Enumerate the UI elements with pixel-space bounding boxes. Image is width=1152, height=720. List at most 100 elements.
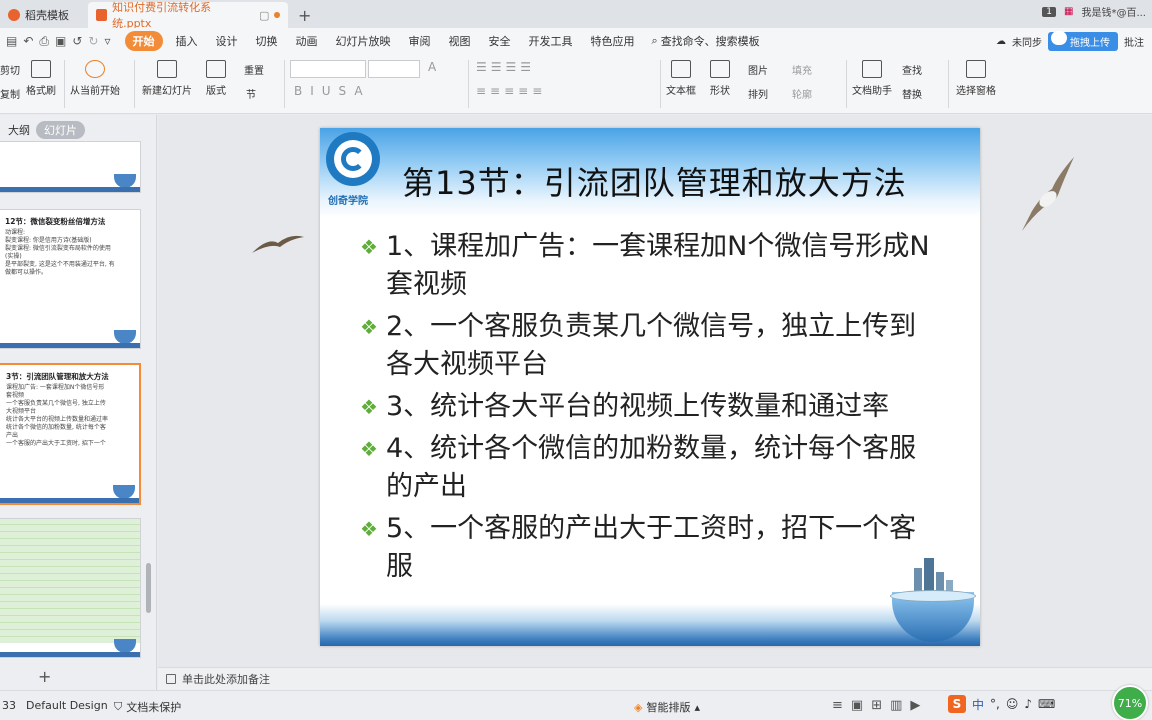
picture-button[interactable]: 图片 <box>748 62 768 77</box>
undo-icon[interactable]: ↺ <box>72 34 82 49</box>
undo-history-icon[interactable]: ↶ <box>23 34 33 49</box>
slide-thumbnail[interactable]: 12节：微信裂变粉丝倍增方法 动课程: 裂变课程: 你是信用方诗(基础版) 裂变… <box>0 209 141 349</box>
bullet-diamond-icon: ❖ <box>360 395 378 419</box>
account-icon[interactable]: ▦ <box>1064 6 1073 17</box>
notes-view-icon[interactable]: ≡ <box>832 698 843 713</box>
slide-title[interactable]: 第13节：引流团队管理和放大方法 <box>402 158 907 204</box>
bullet-text: 5、一个客服的产出大于工资时，招下一个客服 <box>386 513 917 582</box>
textbox-button[interactable]: 文本框 <box>666 60 696 97</box>
seagull-left-image <box>252 235 304 253</box>
smart-layout-icon: ◈ <box>634 700 643 714</box>
cut-button[interactable]: 剪切 <box>0 62 20 77</box>
tab-document[interactable]: 知识付费引流转化系统.pptx ▢ <box>88 1 288 30</box>
thumb-line: 裂变课程: 你是信用方诗(基础版) <box>5 237 92 244</box>
copy-button[interactable]: 复制 <box>0 86 20 101</box>
play-from-current-button[interactable]: 从当前开始 <box>70 60 120 97</box>
bullet-text: 2、一个客服负责某几个微信号，独立上传到各大视频平台 <box>386 311 917 380</box>
notes-bar[interactable]: 单击此处添加备注 <box>158 667 1152 690</box>
thumb-line: 统计各个微信的加粉数量, 统计每个客 <box>6 424 106 431</box>
smart-layout-button[interactable]: ◈ 智能排版 ▴ <box>634 699 700 715</box>
slide-canvas: 创奇学院 第13节：引流团队管理和放大方法 ❖ 1、课程加广告：一套课程加N个微… <box>158 115 1152 667</box>
bullet-item: ❖ 4、统计各个微信的加粉数量，统计每个客服的产出 <box>360 430 940 506</box>
reset-button[interactable]: 重置 <box>244 62 264 77</box>
outline-button[interactable]: 轮廓 <box>792 86 812 101</box>
reading-view-icon[interactable]: ▥ <box>890 698 902 713</box>
layout-button[interactable]: 版式 <box>206 60 226 97</box>
find-button[interactable]: 查找 <box>902 62 922 77</box>
tab-label: 稻壳模板 <box>25 9 69 22</box>
menu-review[interactable]: 审阅 <box>400 31 440 51</box>
ime-toolbar: S 中 °, ☺ ♪ ⌨ <box>948 695 1055 713</box>
punct-icon[interactable]: °, <box>990 697 1000 711</box>
seagull-right-image <box>1022 157 1074 231</box>
user-label[interactable]: 我是钱*@百... <box>1081 4 1146 19</box>
arrange-button[interactable]: 排列 <box>748 86 768 101</box>
new-slide-button[interactable]: 新建幻灯片 <box>142 60 192 97</box>
menu-developer[interactable]: 开发工具 <box>520 31 582 51</box>
menu-home[interactable]: 开始 <box>124 31 163 51</box>
menu-design[interactable]: 设计 <box>207 31 247 51</box>
sogou-ime-icon[interactable]: S <box>948 695 966 713</box>
zoom-level[interactable]: 71% <box>1112 685 1148 720</box>
panel-scrollbar[interactable] <box>146 563 151 613</box>
print-icon[interactable]: ⎙ <box>39 34 49 49</box>
command-search[interactable]: ⌕ 查找命令、搜索模板 <box>644 33 768 49</box>
preview-icon[interactable]: ▣ <box>55 34 66 49</box>
new-tab-button[interactable]: + <box>288 2 321 28</box>
tab-slides[interactable]: 幻灯片 <box>36 121 85 139</box>
tab-docer-templates[interactable]: 稻壳模板 <box>0 2 88 28</box>
list-buttons[interactable]: ☰☰☰☰ <box>476 60 535 74</box>
menu-security[interactable]: 安全 <box>480 31 520 51</box>
screen-icon[interactable]: ▢ <box>259 9 269 22</box>
font-format-buttons[interactable]: BIUSA <box>294 84 371 98</box>
bullet-list[interactable]: ❖ 1、课程加广告：一套课程加N个微信号形成N套视频 ❖ 2、一个客服负责某几个… <box>360 228 940 590</box>
bullet-text: 4、统计各个微信的加粉数量，统计每个客服的产出 <box>386 433 917 502</box>
sync-status[interactable]: 未同步 <box>1012 34 1042 49</box>
comment-button[interactable]: 批注 <box>1124 34 1144 49</box>
font-name-select[interactable] <box>290 60 366 78</box>
section-button[interactable]: 节 <box>246 86 256 101</box>
sorter-view-icon[interactable]: ⊞ <box>871 698 882 713</box>
bullet-diamond-icon: ❖ <box>360 517 378 541</box>
normal-view-icon[interactable]: ▣ <box>851 698 863 713</box>
menu-transition[interactable]: 切换 <box>247 31 287 51</box>
replace-button[interactable]: 替换 <box>902 86 922 101</box>
tab-outline[interactable]: 大纲 <box>8 122 30 138</box>
slide-thumbnail-selected[interactable]: 3节：引流团队管理和放大方法 课程加广告: 一套课程加N个微信号形 套视频 一个… <box>0 363 141 505</box>
new-slide-label: 新建幻灯片 <box>142 86 192 97</box>
emoji-icon[interactable]: ☺ <box>1006 697 1019 711</box>
thumb-line: 动课程: <box>5 229 26 236</box>
slideshow-icon[interactable]: ▶ <box>910 698 920 713</box>
format-painter-button[interactable]: 格式刷 <box>26 60 56 97</box>
redo-icon[interactable]: ↻ <box>88 34 98 49</box>
menu-features[interactable]: 特色应用 <box>582 31 644 51</box>
shape-button[interactable]: 形状 <box>710 60 730 97</box>
menu-view[interactable]: 视图 <box>440 31 480 51</box>
menu-animation[interactable]: 动画 <box>287 31 327 51</box>
menu-insert[interactable]: 插入 <box>167 31 207 51</box>
doc-protect-status[interactable]: ⛉ 文档未保护 <box>114 699 181 715</box>
thumb-line: (实操) <box>5 253 22 260</box>
shape-icon <box>710 60 730 78</box>
slide-thumbnail[interactable] <box>0 518 141 658</box>
mic-icon[interactable]: ♪ <box>1024 697 1032 711</box>
tab-bar: 稻壳模板 知识付费引流转化系统.pptx ▢ + 1 ▦ 我是钱*@百... <box>0 0 1152 30</box>
theme-name[interactable]: Default Design <box>26 699 108 712</box>
slide-thumbnail[interactable] <box>0 141 141 193</box>
slide[interactable]: 创奇学院 第13节：引流团队管理和放大方法 ❖ 1、课程加广告：一套课程加N个微… <box>320 128 980 646</box>
keyboard-icon[interactable]: ⌨ <box>1038 697 1055 711</box>
more-icon[interactable]: ▿ <box>104 34 110 49</box>
bullet-item: ❖ 1、课程加广告：一套课程加N个微信号形成N套视频 <box>360 228 940 304</box>
fill-button[interactable]: 填充 <box>792 62 812 77</box>
ime-mode[interactable]: 中 <box>972 696 984 713</box>
doc-helper-button[interactable]: 文档助手 <box>852 60 892 97</box>
menu-slideshow[interactable]: 幻灯片放映 <box>327 31 400 51</box>
font-size-select[interactable] <box>368 60 420 78</box>
drag-upload-button[interactable]: 拖拽上传 <box>1048 31 1118 51</box>
add-slide-button[interactable]: + <box>38 667 51 686</box>
building-shape <box>924 558 934 594</box>
save-icon[interactable]: ▤ <box>6 34 17 49</box>
grow-font-icon[interactable]: A <box>428 60 436 74</box>
selection-pane-button[interactable]: 选择窗格 <box>956 60 996 97</box>
align-buttons[interactable]: ≡≡≡≡≡ <box>476 84 546 98</box>
